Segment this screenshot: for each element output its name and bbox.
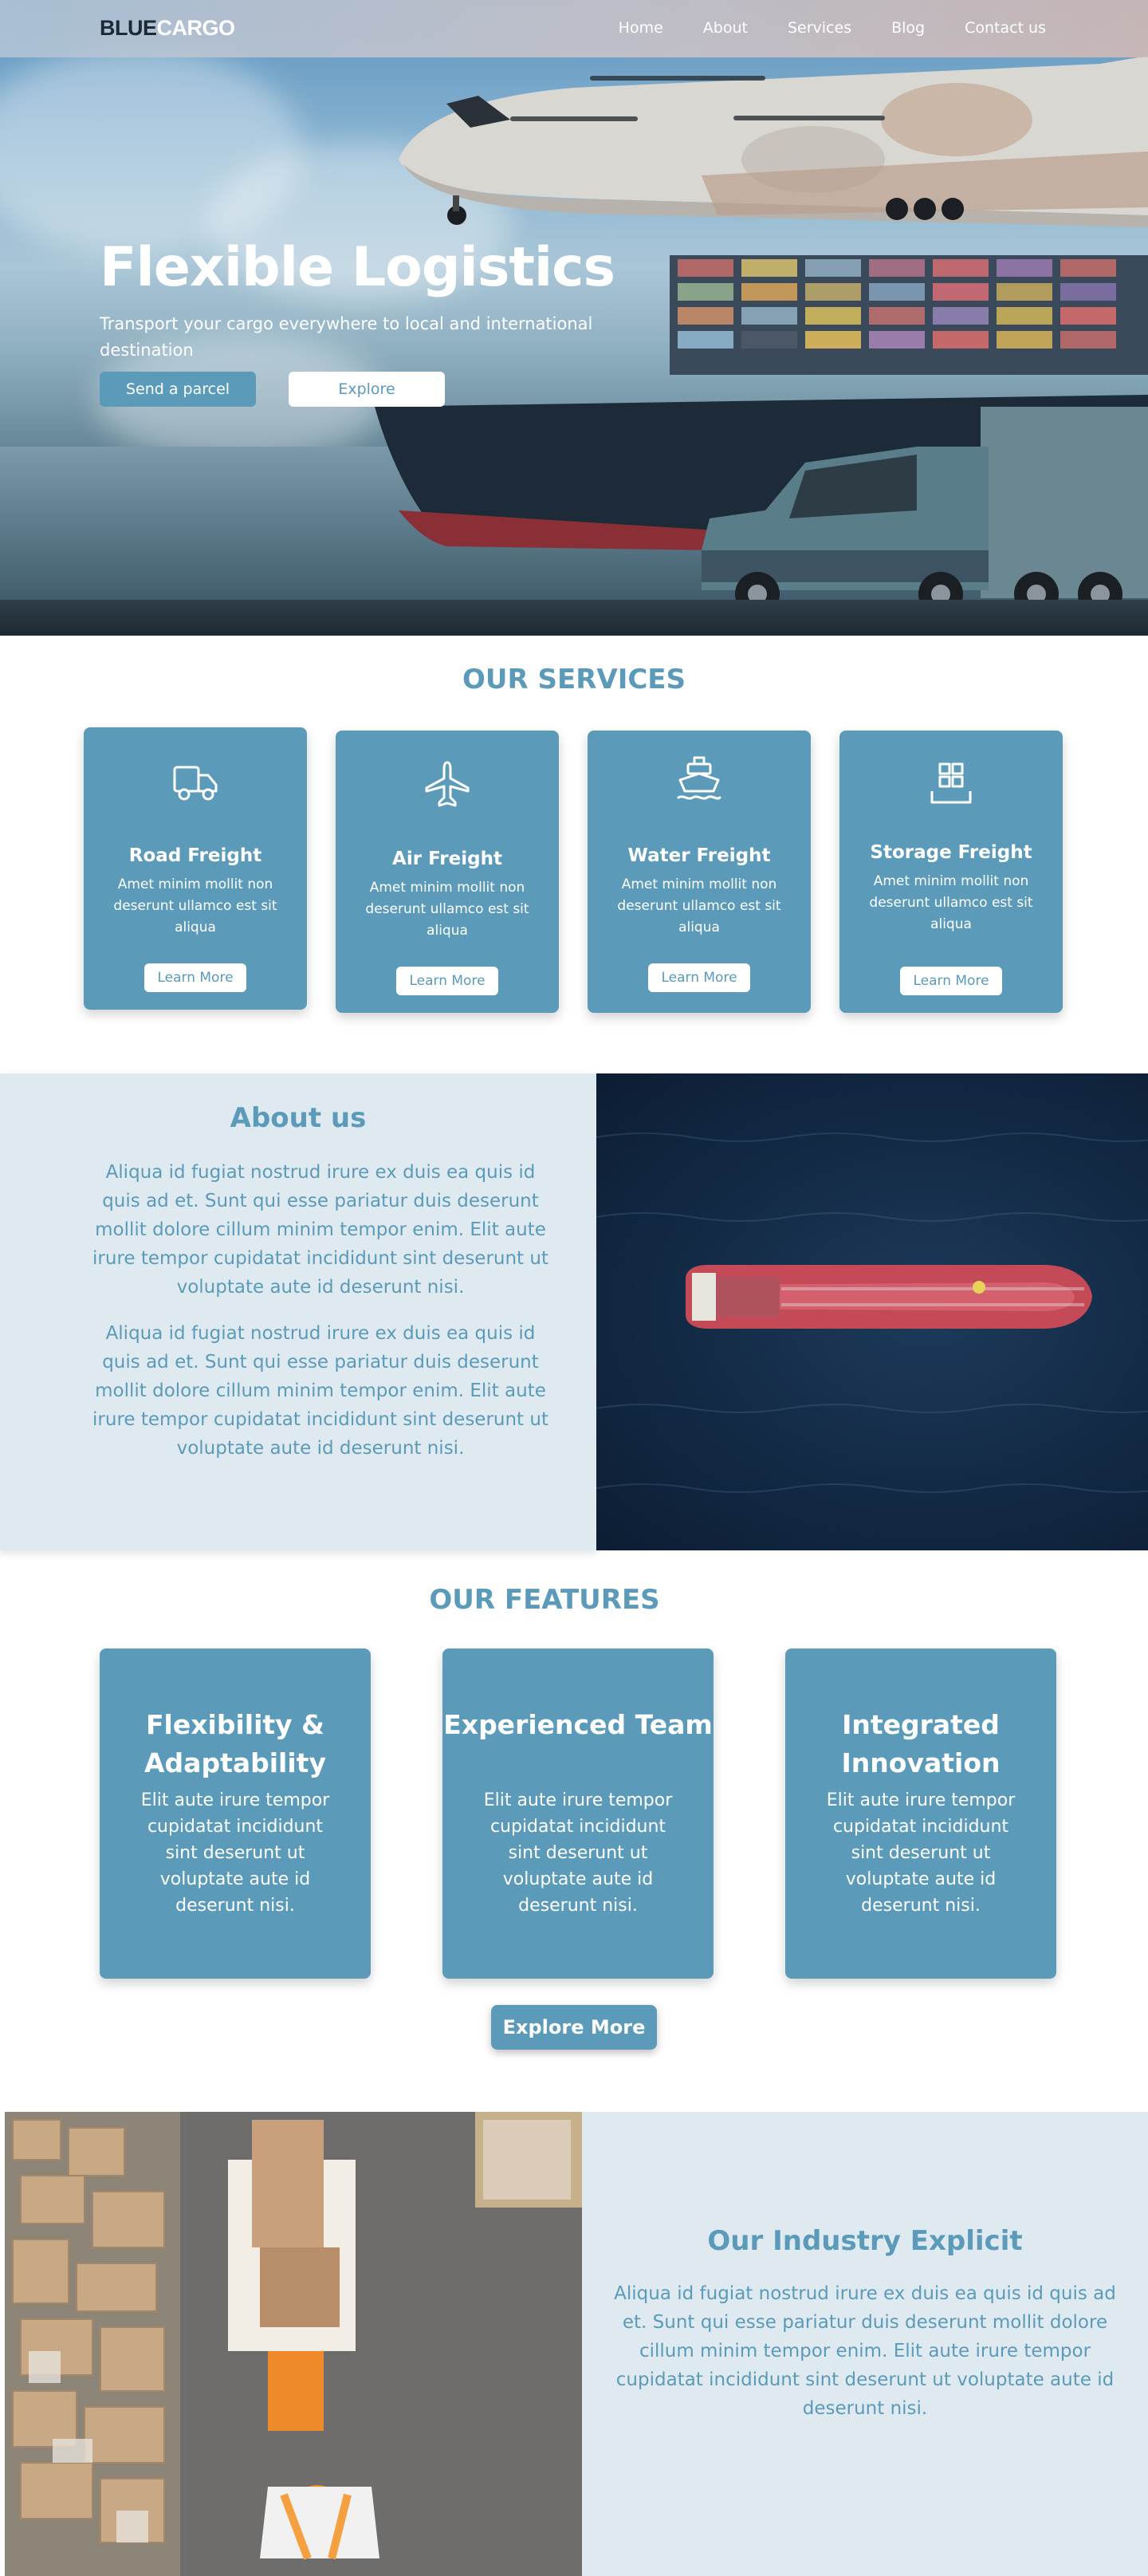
- service-text: Amet minim mollit non deserunt ullamco e…: [365, 880, 529, 939]
- tanker-ship-image: [596, 1073, 1148, 1550]
- learn-more-button[interactable]: Learn More: [900, 967, 1002, 995]
- nav-home-link[interactable]: Home: [619, 19, 663, 37]
- explore-button[interactable]: Explore: [289, 372, 445, 407]
- feature-text: Elit aute irure tempor cupidatat incidid…: [140, 1790, 330, 1916]
- airplane-icon: [425, 761, 470, 807]
- feature-title: Experienced Team: [443, 1709, 713, 1740]
- service-title: Water Freight: [627, 845, 771, 866]
- industry-text: Aliqua id fugiat nostrud irure ex duis e…: [614, 2283, 1116, 2419]
- brand-logo-part2: CARGO: [156, 16, 236, 40]
- feature-card: Integrated Innovation Elit aute irure te…: [785, 1648, 1056, 1979]
- nav-contact-link[interactable]: Contact us: [965, 19, 1046, 37]
- containers-image: [670, 255, 1148, 375]
- about-section: About us Aliqua id fugiat nostrud irure …: [0, 1073, 596, 1550]
- hero-title: Flexible Logistics: [100, 236, 615, 299]
- tanker-ship-illustration: [596, 1132, 1148, 1493]
- service-title: Air Freight: [392, 849, 502, 869]
- service-card-water: Water Freight Amet minim mollit non dese…: [588, 731, 811, 1013]
- airplane-image: [399, 56, 1148, 227]
- service-text: Amet minim mollit non deserunt ullamco e…: [869, 873, 1033, 932]
- send-parcel-button[interactable]: Send a parcel: [100, 372, 256, 407]
- nav-services-link[interactable]: Services: [788, 19, 851, 37]
- ship-icon: [677, 756, 721, 800]
- explore-more-button[interactable]: Explore More: [491, 2005, 657, 2050]
- warehouse-illustration: [5, 2112, 582, 2576]
- service-text: Amet minim mollit non deserunt ullamco e…: [617, 876, 781, 935]
- hero-road: [0, 600, 1148, 636]
- learn-more-button[interactable]: Learn More: [144, 963, 246, 992]
- feature-card: Experienced Team Elit aute irure tempor …: [442, 1648, 714, 1979]
- service-title: Road Freight: [128, 845, 262, 866]
- feature-title: Flexibility & Adaptability: [144, 1709, 326, 1778]
- warehouse-worker-image: [5, 2112, 582, 2576]
- navbar: BLUECARGO Home About Services Blog Conta…: [0, 0, 1148, 57]
- feature-title: Integrated Innovation: [841, 1709, 1001, 1778]
- service-title: Storage Freight: [870, 842, 1032, 863]
- service-card-air: Air Freight Amet minim mollit non deseru…: [336, 731, 559, 1013]
- hero-subtitle: Transport your cargo everywhere to local…: [100, 314, 593, 360]
- nav-links: Home About Services Blog Contact us: [619, 19, 1046, 37]
- storage-boxes-icon: [930, 762, 972, 804]
- nav-blog-link[interactable]: Blog: [891, 19, 925, 37]
- services-title: OUR SERVICES: [462, 664, 686, 695]
- industry-section: Our Industry Explicit Aliqua id fugiat n…: [582, 2112, 1148, 2576]
- feature-text: Elit aute irure tempor cupidatat incidid…: [483, 1790, 673, 1916]
- service-text: Amet minim mollit non deserunt ullamco e…: [113, 876, 277, 935]
- about-paragraph: Aliqua id fugiat nostrud irure ex duis e…: [92, 1162, 548, 1298]
- brand-logo[interactable]: BLUECARGO: [100, 16, 235, 41]
- feature-text: Elit aute irure tempor cupidatat incidid…: [826, 1790, 1016, 1916]
- industry-title: Our Industry Explicit: [707, 2225, 1023, 2257]
- service-card-road: Road Freight Amet minim mollit non deser…: [84, 727, 307, 1010]
- learn-more-button[interactable]: Learn More: [648, 963, 750, 992]
- features-title: OUR FEATURES: [429, 1584, 660, 1616]
- about-paragraph: Aliqua id fugiat nostrud irure ex duis e…: [92, 1323, 548, 1459]
- brand-logo-part1: BLUE: [100, 16, 157, 40]
- truck-icon: [173, 766, 218, 801]
- hero-section: Flexible Logistics Transport your cargo …: [0, 0, 1148, 636]
- about-title: About us: [230, 1102, 367, 1134]
- learn-more-button[interactable]: Learn More: [396, 967, 498, 995]
- feature-card: Flexibility & Adaptability Elit aute iru…: [100, 1648, 371, 1979]
- nav-about-link[interactable]: About: [703, 19, 748, 37]
- service-card-storage: Storage Freight Amet minim mollit non de…: [839, 731, 1063, 1013]
